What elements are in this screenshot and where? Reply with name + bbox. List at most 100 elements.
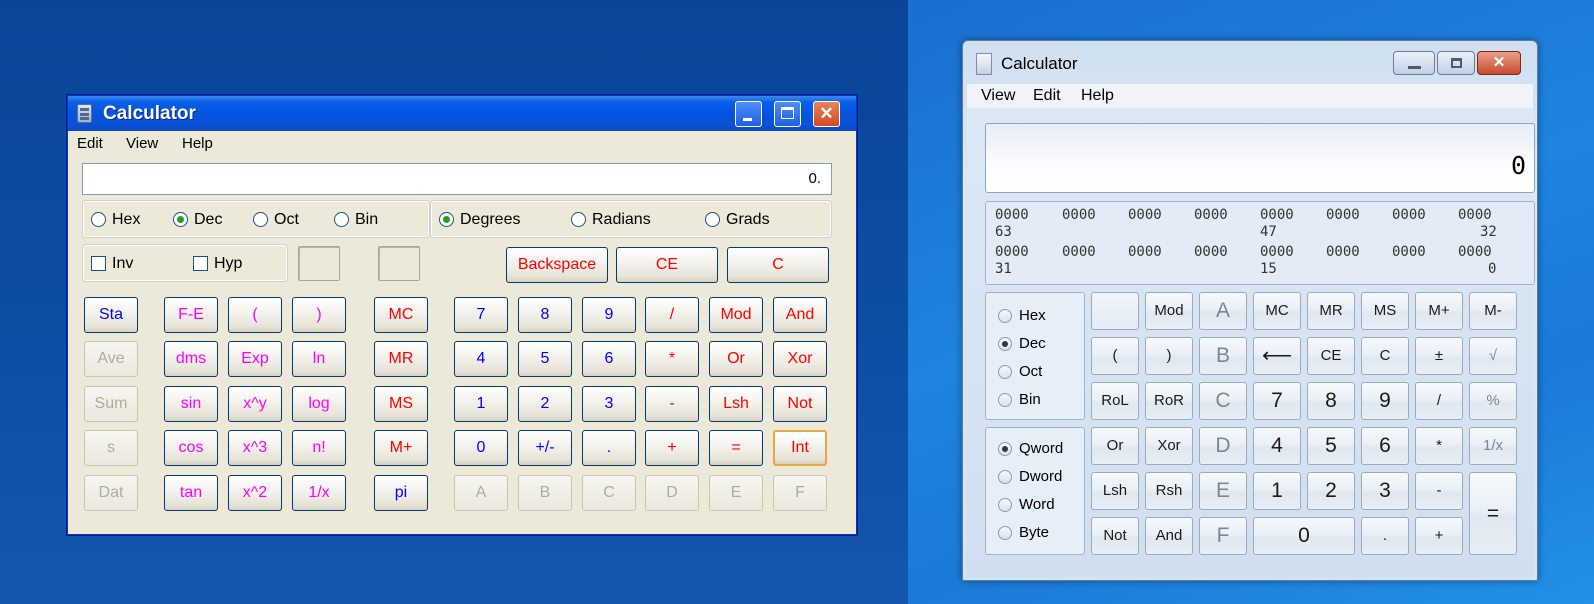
divide-button[interactable]: / xyxy=(1415,382,1463,420)
pi-button[interactable]: pi xyxy=(374,475,428,511)
digit-1-button[interactable]: 1 xyxy=(1253,472,1301,510)
negate-button[interactable]: ± xyxy=(1415,337,1463,375)
equals-button[interactable]: = xyxy=(709,430,763,466)
close-paren-button[interactable]: ) xyxy=(1145,337,1193,375)
cos-button[interactable]: cos xyxy=(164,430,218,466)
hex-a-button[interactable]: A xyxy=(1199,292,1247,330)
close-paren-button[interactable]: ) xyxy=(292,297,346,333)
divide-button[interactable]: / xyxy=(645,297,699,333)
hex-e-button[interactable]: E xyxy=(709,475,763,511)
digit-0-button[interactable]: 0 xyxy=(1253,517,1355,555)
minimize-button[interactable] xyxy=(735,101,762,127)
mr-button[interactable]: MR xyxy=(374,341,428,377)
and-button[interactable]: And xyxy=(1145,517,1193,555)
sum-button[interactable]: Sum xyxy=(84,386,138,422)
mr-button[interactable]: MR xyxy=(1307,292,1355,330)
xp-title-bar[interactable]: Calculator ✕ xyxy=(68,96,856,131)
digit-1-button[interactable]: 1 xyxy=(454,386,508,422)
reciprocal-button[interactable]: 1/x xyxy=(292,475,346,511)
hex-a-button[interactable]: A xyxy=(454,475,508,511)
digit-4-button[interactable]: 4 xyxy=(1253,427,1301,465)
equals-button[interactable]: = xyxy=(1469,472,1517,555)
mod-button[interactable]: Mod xyxy=(709,297,763,333)
menu-help[interactable]: Help xyxy=(182,135,213,152)
digit-9-button[interactable]: 9 xyxy=(582,297,636,333)
menu-edit[interactable]: Edit xyxy=(77,135,103,152)
negate-button[interactable]: +/- xyxy=(518,430,572,466)
digit-6-button[interactable]: 6 xyxy=(1361,427,1409,465)
decimal-button[interactable]: . xyxy=(1361,517,1409,555)
sqrt-button[interactable]: √ xyxy=(1469,337,1517,375)
m-plus-button[interactable]: M+ xyxy=(374,430,428,466)
and-button[interactable]: And xyxy=(773,297,827,333)
hex-f-button[interactable]: F xyxy=(1199,517,1247,555)
xor-button[interactable]: Xor xyxy=(1145,427,1193,465)
close-button[interactable]: ✕ xyxy=(1477,51,1521,75)
fe-button[interactable]: F-E xyxy=(164,297,218,333)
m-minus-button[interactable]: M- xyxy=(1469,292,1517,330)
close-button[interactable]: ✕ xyxy=(813,101,840,127)
percent-button[interactable]: % xyxy=(1469,382,1517,420)
or-button[interactable]: Or xyxy=(1091,427,1139,465)
open-paren-button[interactable]: ( xyxy=(1091,337,1139,375)
ror-button[interactable]: RoR xyxy=(1145,382,1193,420)
factorial-button[interactable]: n! xyxy=(292,430,346,466)
menu-edit[interactable]: Edit xyxy=(1033,87,1061,105)
sin-button[interactable]: sin xyxy=(164,386,218,422)
dms-button[interactable]: dms xyxy=(164,341,218,377)
lsh-button[interactable]: Lsh xyxy=(1091,472,1139,510)
mod-button[interactable]: Mod xyxy=(1145,292,1193,330)
digit-2-button[interactable]: 2 xyxy=(1307,472,1355,510)
subtract-button[interactable]: - xyxy=(1415,472,1463,510)
digit-7-button[interactable]: 7 xyxy=(1253,382,1301,420)
add-button[interactable]: + xyxy=(1415,517,1463,555)
ms-button[interactable]: MS xyxy=(374,386,428,422)
ln-button[interactable]: ln xyxy=(292,341,346,377)
ms-button[interactable]: MS xyxy=(1361,292,1409,330)
digit-5-button[interactable]: 5 xyxy=(518,341,572,377)
or-button[interactable]: Or xyxy=(709,341,763,377)
c-button[interactable]: C xyxy=(727,247,829,283)
ce-button[interactable]: CE xyxy=(616,247,718,283)
maximize-button[interactable] xyxy=(1437,51,1475,75)
digit-9-button[interactable]: 9 xyxy=(1361,382,1409,420)
open-paren-button[interactable]: ( xyxy=(228,297,282,333)
maximize-button[interactable] xyxy=(774,101,801,127)
add-button[interactable]: + xyxy=(645,430,699,466)
not-button[interactable]: Not xyxy=(1091,517,1139,555)
mc-button[interactable]: MC xyxy=(374,297,428,333)
dat-button[interactable]: Dat xyxy=(84,475,138,511)
hex-f-button[interactable]: F xyxy=(773,475,827,511)
int-button[interactable]: Int xyxy=(773,430,827,466)
digit-6-button[interactable]: 6 xyxy=(582,341,636,377)
multiply-button[interactable]: * xyxy=(645,341,699,377)
blank-button[interactable] xyxy=(1091,292,1139,330)
hex-d-button[interactable]: D xyxy=(1199,427,1247,465)
backspace-button[interactable]: Backspace xyxy=(506,247,608,283)
hex-d-button[interactable]: D xyxy=(645,475,699,511)
reciprocal-button[interactable]: 1/x xyxy=(1469,427,1517,465)
digit-3-button[interactable]: 3 xyxy=(1361,472,1409,510)
digit-0-button[interactable]: 0 xyxy=(454,430,508,466)
not-button[interactable]: Not xyxy=(773,386,827,422)
rol-button[interactable]: RoL xyxy=(1091,382,1139,420)
multiply-button[interactable]: * xyxy=(1415,427,1463,465)
menu-view[interactable]: View xyxy=(126,135,158,152)
x-pow-y-button[interactable]: x^y xyxy=(228,386,282,422)
ave-button[interactable]: Ave xyxy=(84,341,138,377)
digit-2-button[interactable]: 2 xyxy=(518,386,572,422)
rsh-button[interactable]: Rsh xyxy=(1145,472,1193,510)
minimize-button[interactable] xyxy=(1393,51,1435,75)
hex-c-button[interactable]: C xyxy=(582,475,636,511)
hex-c-button[interactable]: C xyxy=(1199,382,1247,420)
lsh-button[interactable]: Lsh xyxy=(709,386,763,422)
digit-8-button[interactable]: 8 xyxy=(1307,382,1355,420)
digit-8-button[interactable]: 8 xyxy=(518,297,572,333)
backspace-button[interactable]: ⟵ xyxy=(1253,337,1301,375)
hex-b-button[interactable]: B xyxy=(1199,337,1247,375)
x-squared-button[interactable]: x^2 xyxy=(228,475,282,511)
digit-3-button[interactable]: 3 xyxy=(582,386,636,422)
hex-e-button[interactable]: E xyxy=(1199,472,1247,510)
hex-b-button[interactable]: B xyxy=(518,475,572,511)
s-button[interactable]: s xyxy=(84,430,138,466)
